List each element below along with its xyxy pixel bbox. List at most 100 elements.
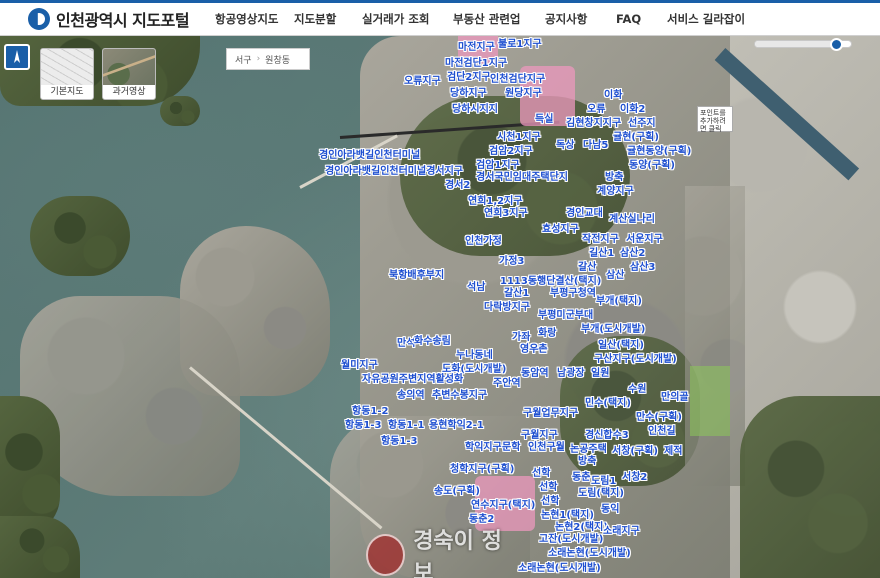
menu-notice[interactable]: 공지사항 bbox=[545, 3, 616, 35]
map-label[interactable]: 항동1-2 bbox=[352, 406, 388, 417]
map-label[interactable]: 영우촌 bbox=[520, 344, 548, 355]
map-label[interactable]: 구월업무지구 bbox=[523, 408, 578, 419]
menu-faq[interactable]: FAQ bbox=[616, 3, 667, 35]
map-label[interactable]: 김현창지지구 bbox=[566, 118, 621, 129]
map-label[interactable]: 방축 bbox=[578, 456, 596, 467]
menu-service-guide[interactable]: 서비스 길라잡이 bbox=[667, 3, 757, 35]
map-label[interactable]: 선학 bbox=[532, 468, 550, 479]
map-label[interactable]: 가좌 bbox=[512, 332, 530, 343]
map-label[interactable]: 갈산 bbox=[578, 262, 596, 273]
map-label[interactable]: 민수(택지) bbox=[585, 398, 631, 409]
map-label[interactable]: 득실 bbox=[535, 114, 553, 125]
map-label[interactable]: 연희1,2지구 bbox=[468, 196, 523, 207]
map-label[interactable]: 다남5 bbox=[583, 140, 608, 151]
map-label[interactable]: 당하지구 bbox=[450, 88, 487, 99]
map-label[interactable]: 제적 bbox=[664, 446, 682, 457]
map-label[interactable]: 부개(택지) bbox=[596, 296, 642, 307]
opacity-slider-handle[interactable] bbox=[829, 38, 843, 51]
map-label[interactable]: 선학 bbox=[541, 496, 559, 507]
menu-aerial-map[interactable]: 항공영상지도 bbox=[215, 3, 294, 35]
map-label[interactable]: 다락방지구 bbox=[484, 302, 530, 313]
map-label[interactable]: 일원 bbox=[591, 368, 609, 379]
map-label[interactable]: 구월지구 bbox=[521, 430, 558, 441]
map-label[interactable]: 갈산1 bbox=[504, 288, 529, 299]
map-label[interactable]: 남광장 bbox=[557, 368, 585, 379]
map-label[interactable]: 부평미군부대 bbox=[538, 310, 593, 321]
map-label[interactable]: 부평구청역 bbox=[550, 288, 596, 299]
map-label[interactable]: 귤현(구획) bbox=[613, 132, 659, 143]
map-label[interactable]: 용현학익2-1 bbox=[429, 420, 484, 431]
map-label[interactable]: 추변수봉지구 bbox=[432, 390, 487, 401]
map-label[interactable]: 도림1 bbox=[591, 476, 616, 487]
map-label[interactable]: 1113동행단결산(택지) bbox=[500, 276, 601, 287]
map-label[interactable]: 원당지구 bbox=[505, 88, 542, 99]
brand[interactable]: 인천광역시 지도포털 bbox=[0, 7, 215, 31]
map-label[interactable]: 구산지구(도시개발) bbox=[594, 354, 677, 365]
map-label[interactable]: 부개(도시개발) bbox=[581, 324, 645, 335]
map-label[interactable]: 서창(구획) bbox=[612, 446, 658, 457]
map-label[interactable]: 소래논현(도시개발) bbox=[548, 548, 631, 559]
map-label[interactable]: 일산(택지) bbox=[598, 340, 644, 351]
map-label[interactable]: 선학 bbox=[539, 482, 557, 493]
aerial-map[interactable]: 마전지구 불로1지구 마전검단1지구 오류지구 검단2지구 인천검단지구 당하지… bbox=[0, 36, 880, 578]
map-label[interactable]: 도림(택지) bbox=[578, 488, 624, 499]
map-label[interactable]: 화수송림 bbox=[414, 336, 451, 347]
map-label[interactable]: 소래논현(도시개발) bbox=[518, 563, 601, 574]
map-label[interactable]: 항동1-3 bbox=[345, 420, 381, 431]
map-label[interactable]: 월미지구 bbox=[341, 360, 378, 371]
map-label[interactable]: 만석 bbox=[397, 338, 415, 349]
map-label[interactable]: 인천길 bbox=[648, 426, 676, 437]
map-label[interactable]: 오류지구 bbox=[404, 76, 441, 87]
map-label[interactable]: 동익 bbox=[601, 504, 619, 515]
map-label[interactable]: 송도(구획) bbox=[434, 486, 480, 497]
map-label[interactable]: 효성지구 bbox=[542, 224, 579, 235]
location-breadcrumb[interactable]: 서구 › 원창동 bbox=[226, 48, 310, 70]
map-label[interactable]: 시천1지구 bbox=[497, 132, 541, 143]
map-label[interactable]: 주안역 bbox=[493, 378, 521, 389]
map-label[interactable]: 화랑 bbox=[538, 328, 556, 339]
map-label[interactable]: 문학 bbox=[502, 442, 520, 453]
map-label[interactable]: 독상 bbox=[556, 140, 574, 151]
map-label[interactable]: 만수(구획) bbox=[636, 412, 682, 423]
map-label[interactable]: 인천검단지구 bbox=[490, 74, 545, 85]
map-label[interactable]: 항동1-1 bbox=[388, 420, 424, 431]
map-label[interactable]: 이화 bbox=[604, 90, 622, 101]
compass-button[interactable] bbox=[4, 44, 30, 70]
map-label[interactable]: 인천구월 bbox=[528, 442, 565, 453]
map-label[interactable]: 경서2 bbox=[445, 180, 470, 191]
map-label[interactable]: 동양(구획) bbox=[629, 160, 675, 171]
map-label[interactable]: 계산실나리 bbox=[609, 214, 655, 225]
map-label[interactable]: 석남 bbox=[467, 282, 485, 293]
map-label[interactable]: 작전지구 bbox=[582, 234, 619, 245]
map-label[interactable]: 검암2지구 bbox=[489, 146, 533, 157]
map-label[interactable]: 검암1지구 bbox=[476, 160, 520, 171]
map-label[interactable]: 경인아라뱃길인천터미널경서지구 bbox=[325, 166, 463, 177]
map-label[interactable]: 경인교대 bbox=[566, 208, 603, 219]
map-label[interactable]: 계양지구 bbox=[597, 186, 634, 197]
map-label[interactable]: 학익지구 bbox=[465, 442, 502, 453]
map-label[interactable]: 선주지 bbox=[628, 118, 656, 129]
map-label[interactable]: 검단2지구 bbox=[447, 72, 491, 83]
map-label[interactable]: 당하시지지 bbox=[452, 104, 498, 115]
map-label[interactable]: 길산1 bbox=[589, 248, 614, 259]
map-label[interactable]: 가정3 bbox=[499, 256, 524, 267]
map-label[interactable]: 논현1(택지) bbox=[541, 510, 594, 521]
map-label[interactable]: 이화2 bbox=[620, 104, 645, 115]
map-label[interactable]: 논현2(택지) bbox=[555, 522, 608, 533]
map-label[interactable]: 항동1-3 bbox=[381, 436, 417, 447]
menu-real-transaction[interactable]: 실거래가 조회 bbox=[362, 3, 453, 35]
menu-map-split[interactable]: 지도분할 bbox=[294, 3, 362, 35]
breadcrumb-dong[interactable]: 원창동 bbox=[265, 53, 290, 66]
map-label[interactable]: 불로1지구 bbox=[498, 39, 542, 50]
past-imagery-button[interactable]: 과거영상 bbox=[102, 48, 156, 100]
map-label[interactable]: 누나동네 bbox=[456, 350, 493, 361]
map-label[interactable]: 동암역 bbox=[521, 368, 549, 379]
map-label[interactable]: 경신합수3 bbox=[585, 430, 629, 441]
map-label[interactable]: 오류 bbox=[587, 104, 605, 115]
map-label[interactable]: 청학지구(구획) bbox=[450, 464, 514, 475]
map-label[interactable]: 자유공원주변지역활성화 bbox=[362, 374, 463, 385]
map-label[interactable]: 방축 bbox=[605, 172, 623, 183]
map-label[interactable]: 마전지구 bbox=[458, 42, 495, 53]
map-label[interactable]: 만의골 bbox=[661, 392, 689, 403]
opacity-slider[interactable] bbox=[754, 38, 852, 51]
